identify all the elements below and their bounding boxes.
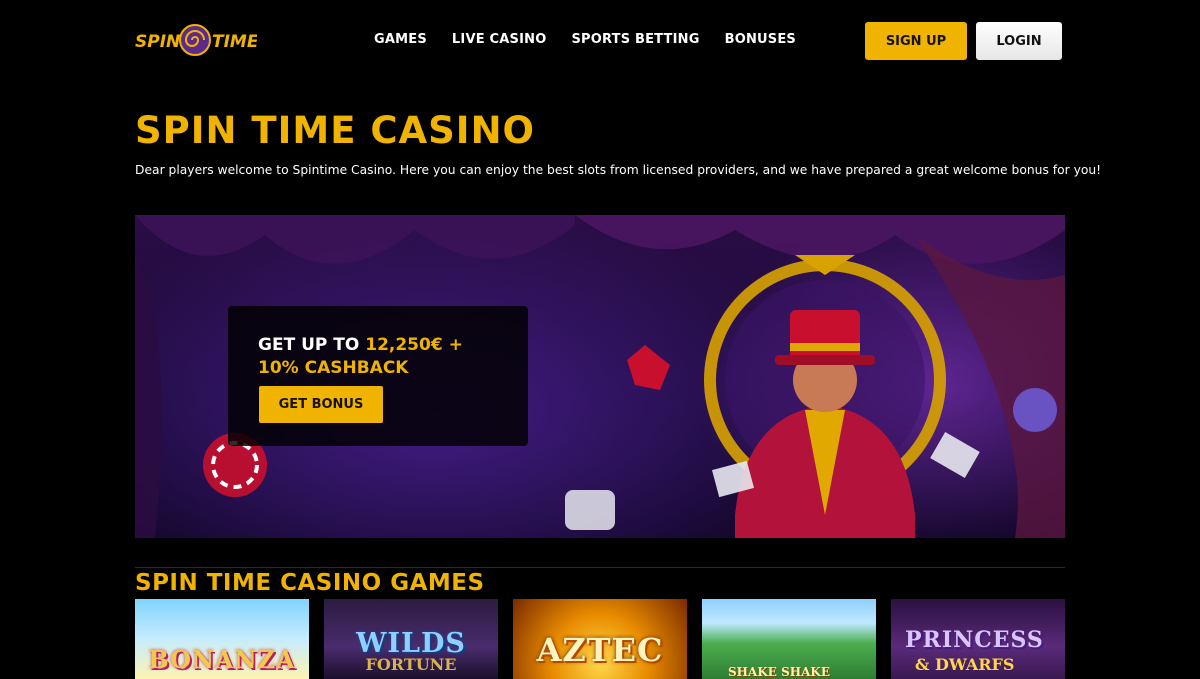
logo-spiral-icon: SPIN TIME [135, 24, 257, 56]
game-card-wilds-fortune[interactable]: WILDS FORTUNE [324, 599, 498, 679]
nav-bonuses[interactable]: BONUSES [725, 31, 796, 49]
section-divider [135, 567, 1065, 568]
main-nav: GAMES LIVE CASINO SPORTS BETTING BONUSES [362, 31, 796, 49]
svg-text:TIME: TIME [212, 32, 257, 52]
site-header: SPIN TIME GAMES LIVE CASINO SPORTS BETTI… [0, 0, 1200, 80]
game-title: AZTEC [536, 631, 664, 669]
games-list: BONANZA WILDS FORTUNE AZTEC SHAKE SHAKE … [135, 599, 1065, 679]
logo[interactable]: SPIN TIME [135, 22, 257, 58]
promo-prefix: GET UP TO [258, 335, 366, 355]
promo-box: GET UP TO 12,250€ + 10% CASHBACK GET BON… [228, 306, 528, 446]
promo-amount: 12,250€ + [365, 335, 463, 355]
signup-button[interactable]: SIGN UP [865, 22, 967, 60]
game-card-aztec[interactable]: AZTEC [513, 599, 687, 679]
game-subtitle: FORTUNE [365, 655, 457, 674]
promo-cashback: 10% CASHBACK [258, 358, 409, 378]
svg-text:SPIN: SPIN [135, 32, 180, 52]
get-bonus-button[interactable]: GET BONUS [259, 386, 383, 423]
game-card-bonanza[interactable]: BONANZA [135, 599, 309, 679]
login-button[interactable]: LOGIN [976, 22, 1062, 60]
game-title: PRINCESS [905, 627, 1044, 653]
nav-games[interactable]: GAMES [374, 31, 427, 49]
game-title: SHAKE SHAKE [728, 665, 830, 679]
games-heading: SPIN TIME CASINO GAMES [135, 570, 485, 596]
page-title: SPIN TIME CASINO [135, 109, 535, 152]
game-subtitle: & DWARFS [915, 655, 1015, 674]
promo-headline: GET UP TO 12,250€ + [258, 334, 463, 356]
nav-live-casino[interactable]: LIVE CASINO [452, 31, 547, 49]
promo-banner: GET UP TO 12,250€ + 10% CASHBACK GET BON… [135, 215, 1065, 538]
game-card-shake-shake[interactable]: SHAKE SHAKE [702, 599, 876, 679]
game-title: BONANZA [148, 645, 296, 674]
game-card-princess-dwarfs[interactable]: PRINCESS & DWARFS [891, 599, 1065, 679]
intro-text: Dear players welcome to Spintime Casino.… [135, 163, 1102, 177]
nav-sports-betting[interactable]: SPORTS BETTING [571, 31, 699, 49]
